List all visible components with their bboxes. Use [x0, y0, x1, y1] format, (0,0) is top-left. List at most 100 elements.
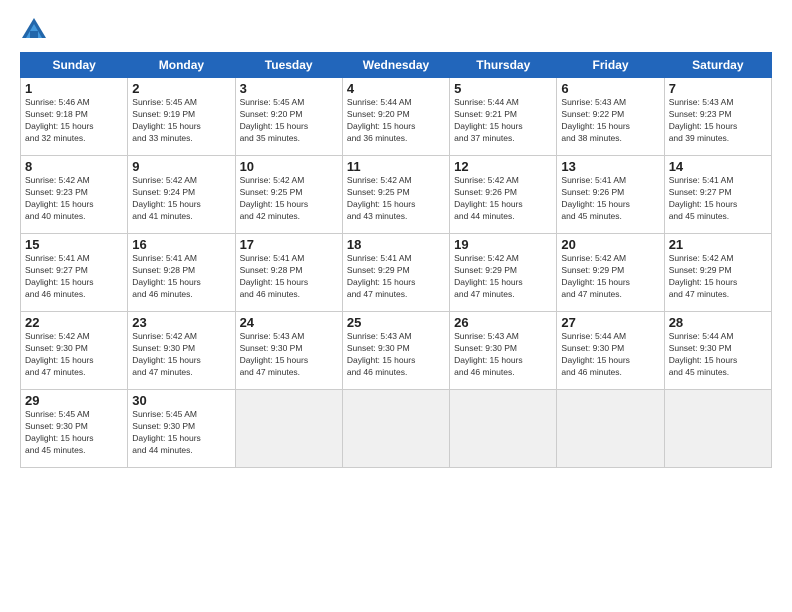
logo: [20, 16, 52, 44]
calendar-cell: 22Sunrise: 5:42 AM Sunset: 9:30 PM Dayli…: [21, 312, 128, 390]
calendar-header-sunday: Sunday: [21, 53, 128, 78]
day-info: Sunrise: 5:42 AM Sunset: 9:29 PM Dayligh…: [561, 253, 659, 301]
calendar-cell: 17Sunrise: 5:41 AM Sunset: 9:28 PM Dayli…: [235, 234, 342, 312]
day-number: 3: [240, 81, 338, 96]
day-number: 11: [347, 159, 445, 174]
day-info: Sunrise: 5:42 AM Sunset: 9:29 PM Dayligh…: [454, 253, 552, 301]
day-info: Sunrise: 5:42 AM Sunset: 9:30 PM Dayligh…: [132, 331, 230, 379]
calendar-cell: 3Sunrise: 5:45 AM Sunset: 9:20 PM Daylig…: [235, 78, 342, 156]
calendar-cell: 7Sunrise: 5:43 AM Sunset: 9:23 PM Daylig…: [664, 78, 771, 156]
day-info: Sunrise: 5:45 AM Sunset: 9:30 PM Dayligh…: [25, 409, 123, 457]
calendar-cell: 11Sunrise: 5:42 AM Sunset: 9:25 PM Dayli…: [342, 156, 449, 234]
day-info: Sunrise: 5:41 AM Sunset: 9:29 PM Dayligh…: [347, 253, 445, 301]
calendar-cell: [664, 390, 771, 468]
day-number: 1: [25, 81, 123, 96]
calendar-cell: 14Sunrise: 5:41 AM Sunset: 9:27 PM Dayli…: [664, 156, 771, 234]
calendar-cell: 27Sunrise: 5:44 AM Sunset: 9:30 PM Dayli…: [557, 312, 664, 390]
calendar-cell: 15Sunrise: 5:41 AM Sunset: 9:27 PM Dayli…: [21, 234, 128, 312]
calendar-week-1: 1Sunrise: 5:46 AM Sunset: 9:18 PM Daylig…: [21, 78, 772, 156]
day-number: 10: [240, 159, 338, 174]
day-number: 20: [561, 237, 659, 252]
calendar-cell: 13Sunrise: 5:41 AM Sunset: 9:26 PM Dayli…: [557, 156, 664, 234]
day-info: Sunrise: 5:46 AM Sunset: 9:18 PM Dayligh…: [25, 97, 123, 145]
day-number: 14: [669, 159, 767, 174]
day-number: 8: [25, 159, 123, 174]
calendar-cell: 12Sunrise: 5:42 AM Sunset: 9:26 PM Dayli…: [450, 156, 557, 234]
header: [20, 16, 772, 44]
day-number: 2: [132, 81, 230, 96]
calendar-cell: 29Sunrise: 5:45 AM Sunset: 9:30 PM Dayli…: [21, 390, 128, 468]
calendar-header-wednesday: Wednesday: [342, 53, 449, 78]
calendar-header-tuesday: Tuesday: [235, 53, 342, 78]
day-info: Sunrise: 5:42 AM Sunset: 9:23 PM Dayligh…: [25, 175, 123, 223]
day-info: Sunrise: 5:43 AM Sunset: 9:30 PM Dayligh…: [240, 331, 338, 379]
calendar-cell: 24Sunrise: 5:43 AM Sunset: 9:30 PM Dayli…: [235, 312, 342, 390]
day-info: Sunrise: 5:43 AM Sunset: 9:30 PM Dayligh…: [347, 331, 445, 379]
day-info: Sunrise: 5:42 AM Sunset: 9:24 PM Dayligh…: [132, 175, 230, 223]
calendar-cell: 19Sunrise: 5:42 AM Sunset: 9:29 PM Dayli…: [450, 234, 557, 312]
calendar-cell: 28Sunrise: 5:44 AM Sunset: 9:30 PM Dayli…: [664, 312, 771, 390]
day-number: 29: [25, 393, 123, 408]
calendar-cell: 23Sunrise: 5:42 AM Sunset: 9:30 PM Dayli…: [128, 312, 235, 390]
day-info: Sunrise: 5:44 AM Sunset: 9:30 PM Dayligh…: [561, 331, 659, 379]
day-number: 28: [669, 315, 767, 330]
day-info: Sunrise: 5:41 AM Sunset: 9:28 PM Dayligh…: [240, 253, 338, 301]
day-number: 7: [669, 81, 767, 96]
day-number: 15: [25, 237, 123, 252]
day-info: Sunrise: 5:45 AM Sunset: 9:30 PM Dayligh…: [132, 409, 230, 457]
calendar-cell: [235, 390, 342, 468]
day-number: 13: [561, 159, 659, 174]
day-info: Sunrise: 5:42 AM Sunset: 9:25 PM Dayligh…: [347, 175, 445, 223]
day-info: Sunrise: 5:43 AM Sunset: 9:30 PM Dayligh…: [454, 331, 552, 379]
day-info: Sunrise: 5:42 AM Sunset: 9:29 PM Dayligh…: [669, 253, 767, 301]
day-number: 24: [240, 315, 338, 330]
day-info: Sunrise: 5:42 AM Sunset: 9:26 PM Dayligh…: [454, 175, 552, 223]
calendar-cell: 30Sunrise: 5:45 AM Sunset: 9:30 PM Dayli…: [128, 390, 235, 468]
day-number: 27: [561, 315, 659, 330]
calendar-cell: [342, 390, 449, 468]
day-info: Sunrise: 5:42 AM Sunset: 9:30 PM Dayligh…: [25, 331, 123, 379]
day-number: 9: [132, 159, 230, 174]
calendar-cell: 25Sunrise: 5:43 AM Sunset: 9:30 PM Dayli…: [342, 312, 449, 390]
day-info: Sunrise: 5:41 AM Sunset: 9:28 PM Dayligh…: [132, 253, 230, 301]
calendar-cell: 16Sunrise: 5:41 AM Sunset: 9:28 PM Dayli…: [128, 234, 235, 312]
day-info: Sunrise: 5:43 AM Sunset: 9:22 PM Dayligh…: [561, 97, 659, 145]
day-info: Sunrise: 5:44 AM Sunset: 9:21 PM Dayligh…: [454, 97, 552, 145]
day-info: Sunrise: 5:45 AM Sunset: 9:19 PM Dayligh…: [132, 97, 230, 145]
calendar-cell: 1Sunrise: 5:46 AM Sunset: 9:18 PM Daylig…: [21, 78, 128, 156]
calendar-cell: 26Sunrise: 5:43 AM Sunset: 9:30 PM Dayli…: [450, 312, 557, 390]
day-info: Sunrise: 5:44 AM Sunset: 9:30 PM Dayligh…: [669, 331, 767, 379]
logo-icon: [20, 16, 48, 44]
day-number: 16: [132, 237, 230, 252]
calendar-header-thursday: Thursday: [450, 53, 557, 78]
calendar-cell: 9Sunrise: 5:42 AM Sunset: 9:24 PM Daylig…: [128, 156, 235, 234]
calendar-cell: 10Sunrise: 5:42 AM Sunset: 9:25 PM Dayli…: [235, 156, 342, 234]
calendar-cell: 18Sunrise: 5:41 AM Sunset: 9:29 PM Dayli…: [342, 234, 449, 312]
calendar-cell: [557, 390, 664, 468]
calendar-cell: 4Sunrise: 5:44 AM Sunset: 9:20 PM Daylig…: [342, 78, 449, 156]
day-info: Sunrise: 5:41 AM Sunset: 9:27 PM Dayligh…: [25, 253, 123, 301]
calendar-cell: 6Sunrise: 5:43 AM Sunset: 9:22 PM Daylig…: [557, 78, 664, 156]
day-number: 25: [347, 315, 445, 330]
day-info: Sunrise: 5:44 AM Sunset: 9:20 PM Dayligh…: [347, 97, 445, 145]
day-number: 4: [347, 81, 445, 96]
calendar-cell: 5Sunrise: 5:44 AM Sunset: 9:21 PM Daylig…: [450, 78, 557, 156]
day-number: 17: [240, 237, 338, 252]
calendar-week-2: 8Sunrise: 5:42 AM Sunset: 9:23 PM Daylig…: [21, 156, 772, 234]
calendar-header-monday: Monday: [128, 53, 235, 78]
page: SundayMondayTuesdayWednesdayThursdayFrid…: [0, 0, 792, 612]
day-number: 5: [454, 81, 552, 96]
day-number: 18: [347, 237, 445, 252]
calendar-header-saturday: Saturday: [664, 53, 771, 78]
calendar: SundayMondayTuesdayWednesdayThursdayFrid…: [20, 52, 772, 468]
calendar-header-friday: Friday: [557, 53, 664, 78]
calendar-cell: 21Sunrise: 5:42 AM Sunset: 9:29 PM Dayli…: [664, 234, 771, 312]
day-info: Sunrise: 5:41 AM Sunset: 9:26 PM Dayligh…: [561, 175, 659, 223]
day-number: 30: [132, 393, 230, 408]
day-number: 22: [25, 315, 123, 330]
day-number: 21: [669, 237, 767, 252]
calendar-cell: 8Sunrise: 5:42 AM Sunset: 9:23 PM Daylig…: [21, 156, 128, 234]
calendar-week-4: 22Sunrise: 5:42 AM Sunset: 9:30 PM Dayli…: [21, 312, 772, 390]
day-info: Sunrise: 5:42 AM Sunset: 9:25 PM Dayligh…: [240, 175, 338, 223]
day-number: 19: [454, 237, 552, 252]
